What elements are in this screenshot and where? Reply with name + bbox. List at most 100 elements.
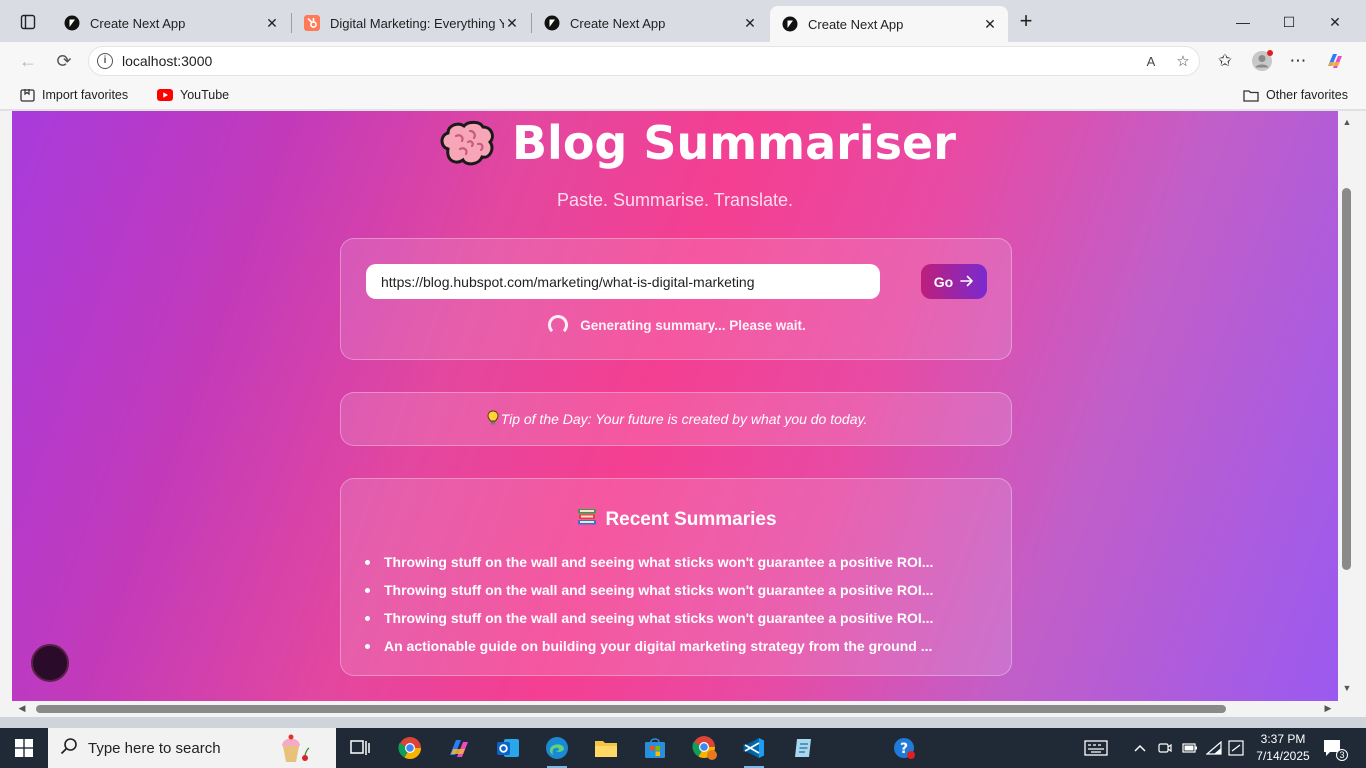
tab-title: Digital Marketing: Everything You [330,15,504,31]
favorite-star-icon[interactable]: ☆ [1173,52,1193,72]
tab-3[interactable]: Create Next App ✕ [532,6,768,40]
tab-2[interactable]: Digital Marketing: Everything You ✕ [292,6,530,40]
close-icon[interactable]: ✕ [504,15,520,31]
summary-title: Throwing stuff on the wall and seeing wh… [384,582,934,598]
battery-icon[interactable] [1182,728,1198,768]
scroll-right-icon[interactable]: ▶ [1322,703,1334,714]
page-viewport: Blog Summariser Paste. Summarise. Transl… [12,111,1338,701]
vertical-scrollbar-thumb[interactable] [1342,188,1351,570]
tab-4-active[interactable]: Create Next App ✕ [770,6,1008,42]
recent-summaries-heading: Recent Summaries [341,507,1013,533]
tip-text: Tip of the Day: Your future is created b… [500,411,868,427]
task-view-icon[interactable] [344,732,376,764]
search-placeholder: Type here to search [88,739,221,757]
vscode-icon[interactable] [738,732,770,768]
outlook-icon[interactable] [492,732,524,764]
edge-icon[interactable] [541,732,573,768]
status-text: Generating summary... Please wait. [580,317,806,333]
url-text[interactable]: localhost:3000 [122,53,212,69]
blog-url-input[interactable] [366,264,880,299]
bookmark-import-favorites[interactable]: Import favorites [20,86,128,104]
bookmark-label: YouTube [180,88,230,102]
summary-title: An actionable guide on building your dig… [384,638,933,654]
bookmark-youtube[interactable]: YouTube [157,86,229,104]
keyboard-layout-icon[interactable] [1084,728,1108,768]
tip-card: Tip of the Day: Your future is created b… [340,392,1012,446]
scroll-down-icon[interactable]: ▼ [1341,683,1353,693]
recent-summaries-list: Throwing stuff on the wall and seeing wh… [365,548,985,660]
read-aloud-icon[interactable]: A [1141,52,1161,72]
scroll-up-icon[interactable]: ▲ [1341,117,1353,127]
svg-text:?: ? [900,741,908,757]
lightbulb-icon [487,410,499,429]
copilot-icon[interactable] [1322,48,1348,74]
bullet [365,587,370,593]
summary-title: Throwing stuff on the wall and seeing wh… [384,610,934,626]
chevron-up-icon[interactable] [1134,728,1146,768]
close-icon[interactable]: ✕ [264,15,280,31]
close-icon[interactable]: ✕ [742,15,758,31]
tab-1[interactable]: Create Next App ✕ [52,6,290,40]
taskbar-search[interactable]: Type here to search [48,728,336,768]
list-item[interactable]: Throwing stuff on the wall and seeing wh… [365,548,985,576]
recent-heading-text: Recent Summaries [605,509,777,530]
language-icon[interactable] [1228,728,1244,768]
chrome-profile-icon[interactable] [689,732,721,764]
summary-title: Throwing stuff on the wall and seeing wh… [384,554,934,570]
nextjs-icon [782,16,798,32]
windows-start-icon[interactable] [0,728,48,768]
notifications-icon[interactable]: 3 [1322,728,1348,768]
tab-actions-icon[interactable] [12,10,44,34]
go-button[interactable]: Go [921,264,987,299]
scroll-left-icon[interactable]: ◀ [16,703,28,714]
wifi-icon[interactable] [1206,728,1222,768]
minimize-icon[interactable]: — [1220,8,1266,36]
recent-summaries-card: Recent Summaries Throwing stuff on the w… [340,478,1012,676]
app-header: Blog Summariser [438,115,956,171]
list-item[interactable]: An actionable guide on building your dig… [365,632,985,660]
floating-action-button[interactable] [31,644,69,682]
meet-now-icon[interactable] [1158,728,1172,768]
spinner-icon [548,315,569,335]
viewport-frame [0,111,12,717]
bullet [365,615,370,621]
maximize-icon[interactable]: ☐ [1266,8,1312,36]
notification-count-badge: 3 [1336,749,1348,761]
file-explorer-icon[interactable] [590,732,622,764]
notepad-icon[interactable] [787,732,819,764]
folder-icon [1243,89,1259,102]
window-close-icon[interactable]: ✕ [1312,8,1358,36]
list-item[interactable]: Throwing stuff on the wall and seeing wh… [365,604,985,632]
books-icon [577,507,597,533]
youtube-icon [157,89,173,101]
back-icon[interactable]: ← [16,50,40,72]
info-icon[interactable]: i [97,53,113,69]
store-icon[interactable] [639,732,671,764]
chrome-icon[interactable] [394,732,426,764]
copilot-app-icon[interactable] [443,732,475,764]
help-icon[interactable]: ? [888,732,920,764]
profile-avatar-icon[interactable] [1249,48,1275,74]
nextjs-icon [544,15,560,31]
system-clock[interactable]: 3:37 PM 7/14/2025 [1252,731,1314,765]
page-title: Blog Summariser [512,116,956,170]
tab-strip: Create Next App ✕ Digital Marketing: Eve… [0,0,1366,42]
close-icon[interactable]: ✕ [982,16,998,32]
list-item[interactable]: Throwing stuff on the wall and seeing wh… [365,576,985,604]
bookmark-label: Import favorites [42,88,129,102]
go-button-label: Go [933,273,954,290]
favorites-icon[interactable]: ✩ [1212,48,1238,74]
refresh-icon[interactable]: ⟳ [52,50,76,72]
tagline: Paste. Summarise. Translate. [556,190,794,210]
address-bar[interactable]: i localhost:3000 A ☆ [88,46,1200,76]
horizontal-scrollbar-thumb[interactable] [36,705,1226,713]
new-tab-icon[interactable]: + [1014,10,1038,34]
search-icon [60,737,78,760]
bookmark-other-favorites[interactable]: Other favorites [1243,86,1348,104]
cupcake-icon [276,730,312,768]
bullet [365,559,370,565]
arrow-right-icon [960,274,974,290]
bullet [365,643,370,649]
more-menu-icon[interactable]: ⋯ [1285,48,1311,74]
tab-title: Create Next App [90,15,186,31]
